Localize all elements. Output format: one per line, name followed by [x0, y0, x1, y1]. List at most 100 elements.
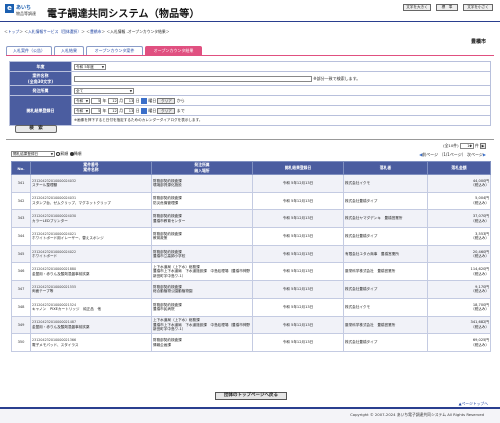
next-page-link[interactable]: 次ページ [467, 152, 483, 157]
col-date: 開札結果登録日 [252, 161, 344, 175]
header: e あいち 物品等調達 電子調達共同システム（物品等） 文字を大きく 標 準 文… [0, 0, 500, 22]
tab-open-counter-results[interactable]: オープンカウンタ結果 [145, 46, 202, 55]
org-name: 豊橋市 [470, 39, 486, 45]
case-name-link[interactable]: ホワイトボード用イレーザー、替えスポンジ [32, 236, 150, 241]
per-page-select[interactable]: 10 [459, 143, 474, 149]
table-row: 350 231204232010000021366 電子メモパッド、スタイラス 財務部… [11, 333, 491, 352]
table-row: 345 231204232010000024022 ホワイトボード 財務部契約検査課豊… [11, 244, 491, 264]
breadcrumb-current: 入札情報 -オープンカウンタ結果 [110, 29, 166, 34]
from-clear-button[interactable]: クリア [157, 97, 176, 104]
tab-bid-cases[interactable]: 入札案件（公告） [6, 46, 52, 55]
row-amount: 9,170円 （税込み） [427, 280, 491, 299]
row-winner: 藤栄科学株式会社 豊橋営業所 [343, 262, 428, 282]
delivery-place: 豊橋市上下水道局 下水道施設課 中島処理場（豊橋市神野新田町字中島ワ-1） [153, 322, 251, 332]
row-date: 令和 5年12月13日 [252, 174, 344, 193]
breadcrumb: ＜トップ＞ ＜入札情報サービス（団体選択）＞ ＜豊橋市＞ ＜入札情報 -オープン… [4, 29, 170, 34]
case-note: ※部分一致で検索します。 [313, 75, 361, 81]
row-no: 348 [11, 297, 31, 317]
sort-select[interactable]: 開札結果登録日 [11, 151, 55, 157]
row-case: 231204232010000021366 電子メモパッド、スタイラス [30, 333, 152, 352]
copyright: Copyright © 2007-2024 あいち電子調達共同システム All … [350, 412, 484, 417]
row-dept: 財務部契約検査課 豊橋市民病院 [151, 297, 253, 317]
footer: Copyright © 2007-2024 あいち電子調達共同システム All … [0, 407, 500, 423]
to-calendar-icon[interactable] [140, 107, 147, 114]
calendar-note: ※画像を押下すると日付を指定するためのカレンダーダイアログを表示します。 [71, 115, 491, 126]
table-row: 349 231204232010000021487 金盥用・赤りん及酸剤混盤事前試薬… [11, 315, 491, 335]
row-dept: 財務部契約検査課 情報企画課 [151, 333, 253, 352]
delivery-place: 豊橋市民病院 [153, 307, 175, 312]
row-amount: 341,682円 （税込み） [427, 315, 491, 335]
back-to-org-top-button[interactable]: 団体のトップページへ戻る [215, 392, 287, 400]
delivery-place: 豊橋市教育センター [153, 218, 186, 223]
row-date: 令和 5年12月13日 [252, 209, 344, 229]
row-dept: 財務部契約検査課 豊橋市教育センター [151, 209, 253, 229]
to-day-input[interactable]: 13 [124, 107, 135, 114]
year-label: 年度 [9, 61, 72, 72]
table-row: 342 231204232010000024031 スタンプ台、ゼムクリップ、マグネ… [11, 191, 491, 211]
pager-nav: ◀前ページ （1/1ページ） 次ページ▶ [419, 152, 486, 158]
breadcrumb-city[interactable]: 豊橋市 [90, 29, 101, 34]
row-dept: 財務部契約検査課 豊橋市立高師小学校 [151, 244, 253, 264]
system-title: 電子調達共同システム（物品等） [47, 9, 200, 20]
to-year-input[interactable]: 5 [91, 107, 102, 114]
case-name-link[interactable]: 両面テープ等 [32, 289, 150, 294]
amount-tax: （税込み） [471, 342, 489, 347]
row-date: 令和 5年12月13日 [252, 262, 344, 282]
row-case: 231204232010000024022 ホワイトボード [30, 244, 152, 264]
breadcrumb-top[interactable]: トップ [8, 29, 19, 34]
tab-open-counter-cases[interactable]: オープンカウンタ案件 [86, 46, 143, 55]
pager-top: (全10件) 10 件 ▶ [443, 143, 486, 149]
case-name-link[interactable]: ホワイトボード [32, 254, 150, 259]
sort-asc-label: 昇順 [60, 151, 69, 156]
per-page-go-button[interactable]: ▶ [480, 143, 486, 149]
search-button[interactable]: 検 索 [15, 125, 57, 133]
breadcrumb-service[interactable]: 入札情報サービス（団体選択） [28, 29, 81, 34]
amount-tax: （税込み） [471, 236, 489, 241]
row-date: 令和 5年12月13日 [252, 280, 344, 299]
table-row: 347 231204232010000021555 両面テープ等 財務部契約検査課 総合… [11, 280, 491, 299]
row-winner: 株式会社イクモ [343, 174, 428, 193]
row-date: 令和 5年12月13日 [252, 315, 344, 335]
case-name-link[interactable]: 金盥用・赤りん及酸剤混盤事前試薬 [32, 272, 150, 277]
row-no: 346 [11, 262, 31, 282]
table-row: 344 231204232010000024021 ホワイトボード用イレーザー、替え… [11, 227, 491, 246]
row-no: 347 [11, 280, 31, 299]
from-calendar-icon[interactable] [140, 97, 147, 104]
amount-tax: （税込み） [471, 307, 489, 312]
to-era-select[interactable]: 令和 [74, 107, 90, 114]
row-dept: 財務部契約検査課 教育政策 [151, 227, 253, 246]
row-amount: 18,700円 （税込み） [427, 297, 491, 317]
font-standard-button[interactable]: 標 準 [436, 4, 458, 11]
amount-tax: （税込み） [471, 201, 489, 206]
from-month-input[interactable]: 12 [107, 97, 118, 104]
tab-bid-results[interactable]: 入札結果 [54, 46, 84, 55]
col-amount: 落札金額 [427, 161, 491, 175]
case-name-input[interactable] [74, 75, 312, 82]
case-name-link[interactable]: カラーLEDプリンター [32, 219, 150, 224]
to-weekday: 曜日 [148, 107, 157, 113]
to-clear-button[interactable]: クリア [157, 107, 176, 114]
case-name-link[interactable]: キャノン PIXEカートリッジ 純正品 他 [32, 307, 150, 312]
row-amount: 3,553円 （税込み） [427, 227, 491, 246]
row-no: 342 [11, 191, 31, 211]
row-date: 令和 5年12月13日 [252, 297, 344, 317]
page-info: （1/1ページ） [439, 152, 466, 157]
section-select[interactable]: 全て [74, 87, 134, 94]
case-name-link[interactable]: 電子メモパッド、スタイラス [32, 343, 150, 348]
amount-tax: （税込み） [471, 324, 489, 329]
case-name-link[interactable]: スタンプ台、ゼムクリップ、マグネットクリップ [32, 201, 150, 206]
font-small-button[interactable]: 文字を小さく [463, 4, 493, 11]
case-name-link[interactable]: スチール整理棚 [32, 183, 150, 188]
from-day-input[interactable]: 13 [124, 97, 135, 104]
font-large-button[interactable]: 文字を大きく [403, 4, 431, 11]
case-label: 案件名称 (全角30文字) [9, 71, 72, 86]
prev-page-link[interactable]: 前ページ [422, 152, 438, 157]
to-month-input[interactable]: 12 [107, 107, 118, 114]
from-era-select[interactable]: 令和 [74, 97, 90, 104]
row-winner: 株式会社イクモ [343, 297, 428, 317]
case-name-link[interactable]: 金盥用・赤りん及酸剤混盤事前試薬 [32, 325, 150, 330]
col-dept: 発注所属 納入場所 [151, 161, 253, 175]
delivery-place: 豊橋市立高師小学校 [153, 254, 186, 259]
year-select[interactable]: 令和 5年度 [74, 63, 106, 70]
from-year-input[interactable]: 5 [91, 97, 102, 104]
